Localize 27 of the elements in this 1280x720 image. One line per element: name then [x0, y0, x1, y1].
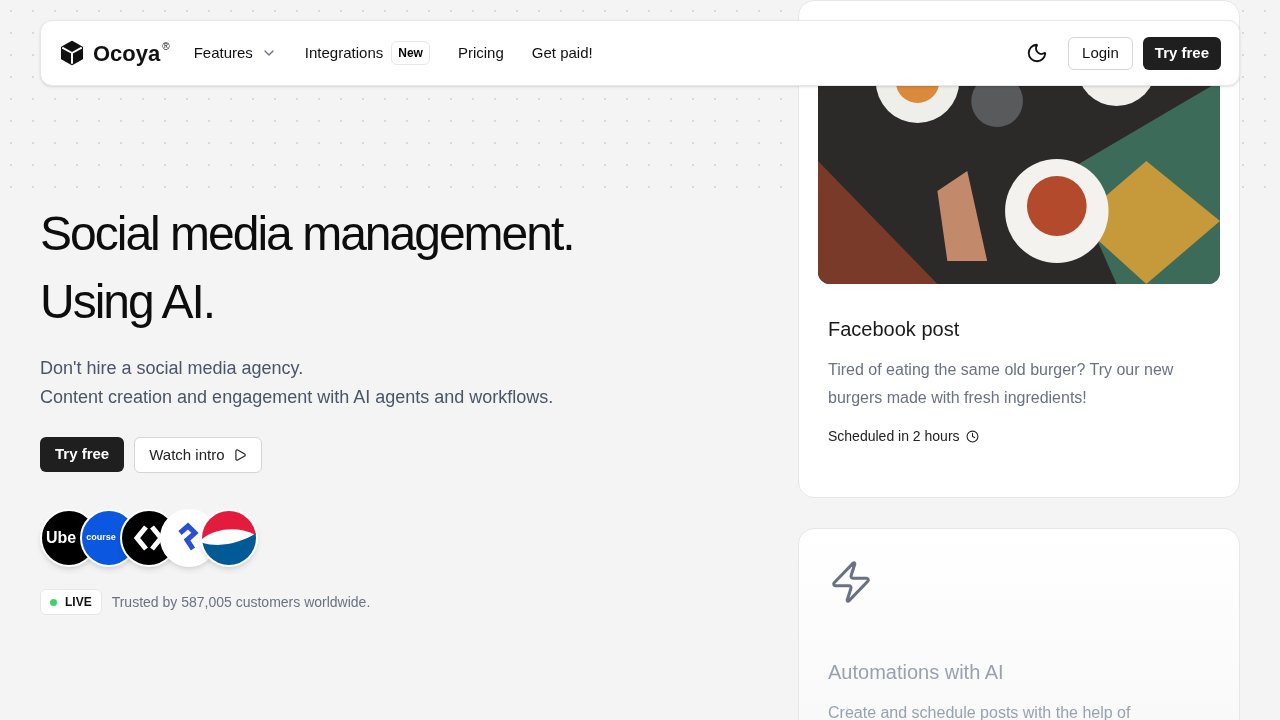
try-free-button[interactable]: Try free: [40, 437, 125, 472]
cube-logo-icon: [59, 40, 85, 66]
subtitle: Don't hire a social media agency.: [40, 357, 305, 380]
card-title: Facebook post: [827, 317, 961, 342]
nav-link[interactable]: Pricing: [457, 41, 504, 65]
nav-link[interactable]: Features: [193, 41, 277, 65]
clock-icon: [965, 430, 979, 443]
logo-text: course: [86, 531, 116, 545]
headline: Using AI.: [40, 274, 216, 330]
card-body: Tired of eating the same old burger? Try our new burgers made with fresh ingredients!: [827, 360, 1175, 408]
subtitle: Content creation and engagement with AI agents and workflows.: [40, 386, 555, 409]
play-icon: [232, 448, 247, 462]
watch-intro-button[interactable]: Watch intro: [134, 437, 262, 473]
schedule-text: Scheduled in 2 hours: [828, 427, 960, 446]
nav-link[interactable]: Get paid!: [531, 41, 593, 65]
try-free-button[interactable]: Try free: [1142, 36, 1221, 70]
nav-link[interactable]: Integrations: [304, 41, 384, 65]
registered-mark: ®: [162, 39, 170, 54]
trusted-text: Trusted by 587,005 customers worldwide.: [111, 592, 371, 612]
login-button[interactable]: Login: [1068, 36, 1133, 70]
live-badge: LIVE: [40, 589, 102, 615]
new-badge: New: [391, 41, 430, 65]
logo-text: Ube: [45, 528, 77, 548]
brand-name[interactable]: Ocoya: [93, 36, 161, 70]
headline: Social media management.: [40, 206, 575, 262]
dark-mode-icon[interactable]: [1026, 42, 1049, 64]
card-title: Automations with AI: [828, 660, 1005, 685]
